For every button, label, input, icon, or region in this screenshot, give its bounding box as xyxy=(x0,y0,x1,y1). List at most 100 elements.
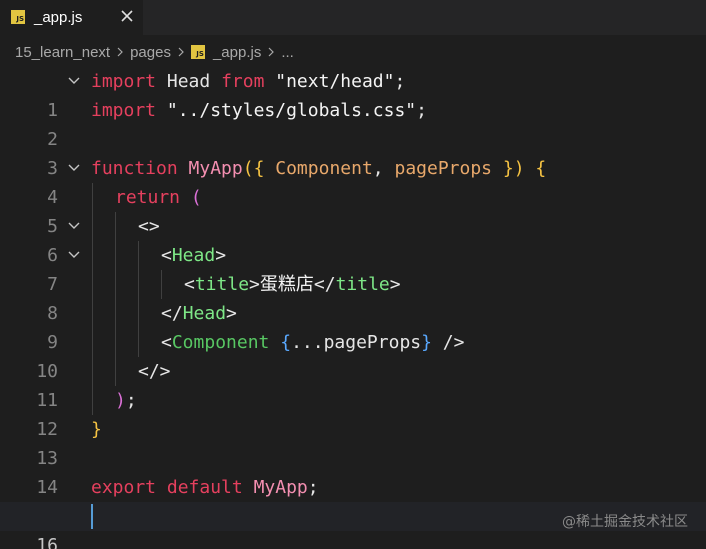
line-number: 16 xyxy=(36,535,58,549)
indent-guide xyxy=(92,212,93,241)
chevron-down-icon[interactable] xyxy=(68,221,80,231)
punct: ; xyxy=(125,390,137,411)
indent-guide xyxy=(92,299,93,328)
breadcrumb-folder[interactable]: 15_learn_next xyxy=(15,44,110,61)
string: "next/head" xyxy=(264,71,395,92)
punct: } xyxy=(421,332,432,353)
code-line[interactable]: 4 function MyApp({ Component, pageProps … xyxy=(0,154,706,208)
keyword: export xyxy=(91,477,157,498)
keyword: function xyxy=(91,158,178,179)
keyword: import xyxy=(91,100,157,121)
code-line[interactable]: 8 <title>蛋糕店</title> xyxy=(0,270,706,324)
code-line[interactable]: 2 import "../styles/globals.css"; xyxy=(0,96,706,150)
jsx-text: 蛋糕店 xyxy=(259,274,314,295)
code-line[interactable]: 12 ); xyxy=(0,386,706,440)
code-line[interactable]: 10 <Component {...pageProps} /> xyxy=(0,328,706,382)
jsx-fragment: </> xyxy=(138,361,171,382)
punct: ( xyxy=(180,187,202,208)
punct: , xyxy=(372,158,384,179)
code-line[interactable]: 7 <Head> xyxy=(0,241,706,295)
punct: > xyxy=(215,245,227,266)
indent-guide xyxy=(115,328,116,357)
indent-guide xyxy=(92,270,93,299)
indent-guide xyxy=(115,270,116,299)
breadcrumb-file[interactable]: _app.js xyxy=(213,44,261,61)
chevron-right-icon xyxy=(117,47,123,57)
text-cursor xyxy=(91,504,93,529)
punct: }) xyxy=(492,158,525,179)
punct: < xyxy=(161,245,172,266)
punct: ; xyxy=(307,477,319,498)
code-line[interactable]: 13 } xyxy=(0,415,706,469)
punct: </ xyxy=(313,274,336,295)
js-file-icon: JS xyxy=(190,45,205,59)
punct: ({ xyxy=(242,158,265,179)
indent-guide xyxy=(92,241,93,270)
code-line[interactable]: 15 export default MyApp; xyxy=(0,473,706,527)
punct: < xyxy=(161,332,172,353)
chevron-down-icon[interactable] xyxy=(68,163,80,173)
code-line[interactable]: 5 return ( xyxy=(0,183,706,237)
punct: { xyxy=(524,158,547,179)
param: Component xyxy=(264,158,373,179)
indent-guide xyxy=(92,183,93,212)
keyword: import xyxy=(91,71,157,92)
indent-guide xyxy=(138,299,139,328)
punct: { xyxy=(269,332,292,353)
jsx-tag: title xyxy=(194,274,250,295)
breadcrumb: 15_learn_next pages JS _app.js ... xyxy=(0,38,706,66)
string: "../styles/globals.css" xyxy=(156,100,417,121)
chevron-right-icon xyxy=(268,47,275,57)
punct: /> xyxy=(431,332,465,353)
chevron-down-icon[interactable] xyxy=(68,250,80,260)
tab-app-js[interactable]: JS _app.js xyxy=(0,0,143,35)
function-name: MyApp xyxy=(177,158,243,179)
code-line[interactable]: 9 </Head> xyxy=(0,299,706,353)
punct: ; xyxy=(394,71,406,92)
indent-guide xyxy=(138,241,139,270)
punct: > xyxy=(226,303,237,324)
code-line[interactable]: 11 </> xyxy=(0,357,706,411)
indent-guide xyxy=(115,241,116,270)
jsx-tag: Component xyxy=(171,332,270,353)
keyword: from xyxy=(221,71,265,92)
punct: } xyxy=(91,419,102,440)
tab-label: _app.js xyxy=(34,9,83,26)
jsx-tag: Head xyxy=(182,303,227,324)
keyword: default xyxy=(156,477,243,498)
identifier: MyApp xyxy=(242,477,308,498)
breadcrumb-pages[interactable]: pages xyxy=(130,44,171,61)
punct: > xyxy=(249,274,260,295)
breadcrumb-symbols[interactable]: ... xyxy=(281,44,294,61)
code-line[interactable]: 1 import Head from "next/head"; xyxy=(0,67,706,121)
jsx-fragment: <> xyxy=(138,216,160,237)
param: pageProps xyxy=(383,158,493,179)
indent-guide xyxy=(115,299,116,328)
watermark: @稀土掘金技术社区 xyxy=(562,514,688,530)
indent-guide xyxy=(115,212,116,241)
tab-bar: JS _app.js xyxy=(0,0,706,35)
keyword: return xyxy=(115,187,181,208)
punct: < xyxy=(184,274,195,295)
code-editor[interactable]: 1 import Head from "next/head"; 2 import… xyxy=(0,67,706,549)
code-line[interactable]: 14 xyxy=(0,444,706,498)
indent-guide xyxy=(92,357,93,386)
indent-guide xyxy=(161,270,162,299)
indent-guide xyxy=(92,328,93,357)
close-icon[interactable] xyxy=(118,7,136,25)
code-line[interactable]: 3 xyxy=(0,125,706,179)
identifier: Head xyxy=(156,71,222,92)
punct: </ xyxy=(161,303,183,324)
indent-guide xyxy=(138,270,139,299)
jsx-tag: Head xyxy=(171,245,216,266)
punct: ; xyxy=(416,100,427,121)
chevron-down-icon[interactable] xyxy=(68,76,80,86)
punct: > xyxy=(389,274,401,295)
code-line[interactable]: 6 <> xyxy=(0,212,706,266)
js-file-icon: JS xyxy=(11,10,25,24)
jsx-tag: title xyxy=(335,274,390,295)
chevron-right-icon xyxy=(178,47,184,57)
punct: ) xyxy=(115,390,126,411)
indent-guide xyxy=(92,386,93,415)
identifier: ...pageProps xyxy=(291,332,422,353)
